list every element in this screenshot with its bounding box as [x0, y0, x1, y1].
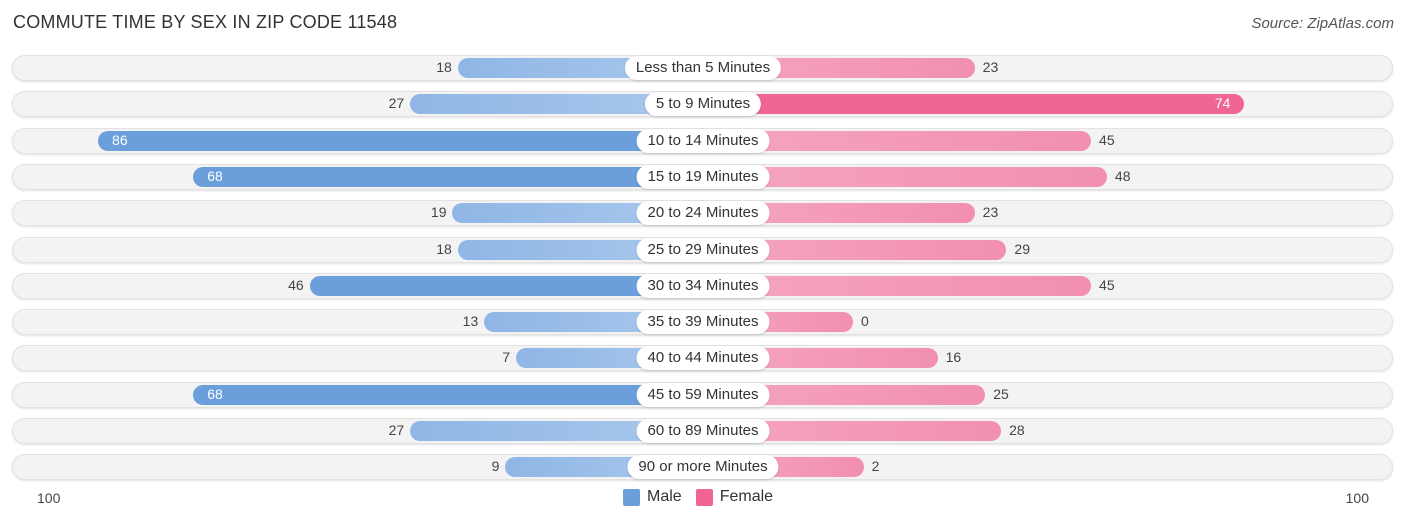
value-female: 45: [1099, 276, 1115, 293]
axis-left-label: 100: [37, 490, 61, 506]
chart-row: 46 45 30 to 34 Minutes: [12, 272, 1393, 299]
legend: Male Female: [623, 488, 773, 506]
source-label: Source: ZipAtlas.com: [1251, 15, 1394, 32]
value-male: 86: [112, 131, 128, 148]
category-label: 90 or more Minutes: [627, 455, 779, 480]
value-male: 18: [436, 59, 452, 75]
chart-row: 13 0 35 to 39 Minutes: [12, 309, 1393, 336]
value-female: 74: [1214, 95, 1231, 112]
value-male: 27: [388, 422, 405, 438]
category-label: 30 to 34 Minutes: [636, 273, 770, 298]
category-label: 40 to 44 Minutes: [636, 346, 770, 371]
value-female: 23: [982, 59, 999, 75]
category-label: 45 to 59 Minutes: [636, 382, 770, 407]
bar-female: [703, 94, 1245, 115]
value-male: 18: [436, 240, 452, 257]
legend-male-label: Male: [647, 488, 682, 505]
value-male: 9: [491, 458, 500, 475]
value-male: 13: [462, 313, 479, 330]
chart-row: 27 28 60 to 89 Minutes: [12, 418, 1393, 444]
value-male: 68: [207, 385, 223, 402]
bar-male: [193, 384, 703, 405]
category-label: 20 to 24 Minutes: [636, 201, 770, 226]
category-label: 10 to 14 Minutes: [636, 128, 770, 153]
chart-row: 27 74 5 to 9 Minutes: [12, 91, 1393, 118]
category-label: Less than 5 Minutes: [624, 56, 782, 80]
value-male: 68: [207, 167, 223, 184]
value-female: 29: [1014, 240, 1030, 257]
category-label: 5 to 9 Minutes: [644, 92, 762, 117]
value-female: 25: [993, 385, 1009, 402]
chart-row: 68 48 15 to 19 Minutes: [12, 163, 1393, 190]
legend-male-swatch: [623, 488, 640, 506]
chart-row: 86 45 10 to 14 Minutes: [12, 127, 1393, 154]
chart-row: 18 23 Less than 5 Minutes: [12, 55, 1393, 81]
category-label: 35 to 39 Minutes: [636, 310, 770, 335]
bar-male: [193, 166, 703, 187]
value-female: 23: [982, 204, 999, 221]
legend-female-label: Female: [719, 488, 774, 505]
value-male: 27: [388, 95, 405, 112]
legend-female-swatch: [695, 488, 713, 506]
category-label: 60 to 89 Minutes: [636, 419, 770, 443]
chart-row: 18 29 25 to 29 Minutes: [12, 236, 1393, 263]
value-female: 45: [1099, 131, 1115, 148]
chart-row: 68 25 45 to 59 Minutes: [12, 381, 1393, 408]
value-female: 2: [871, 458, 880, 475]
bar-male: [98, 130, 703, 151]
value-female: 48: [1114, 167, 1131, 184]
value-female: 0: [861, 313, 869, 330]
category-label: 15 to 19 Minutes: [636, 164, 770, 189]
axis-right-label: 100: [1345, 490, 1369, 506]
value-female: 28: [1009, 422, 1025, 438]
value-male: 7: [502, 349, 510, 366]
value-female: 16: [945, 349, 962, 366]
chart-row: 7 16 40 to 44 Minutes: [12, 345, 1393, 372]
value-male: 19: [430, 204, 447, 221]
chart-title: COMMUTE TIME BY SEX IN ZIP CODE 11548: [13, 12, 398, 32]
category-label: 25 to 29 Minutes: [636, 237, 770, 262]
chart-row: 9 2 90 or more Minutes: [12, 454, 1393, 481]
value-male: 46: [288, 276, 304, 293]
chart-row: 19 23 20 to 24 Minutes: [12, 200, 1393, 227]
